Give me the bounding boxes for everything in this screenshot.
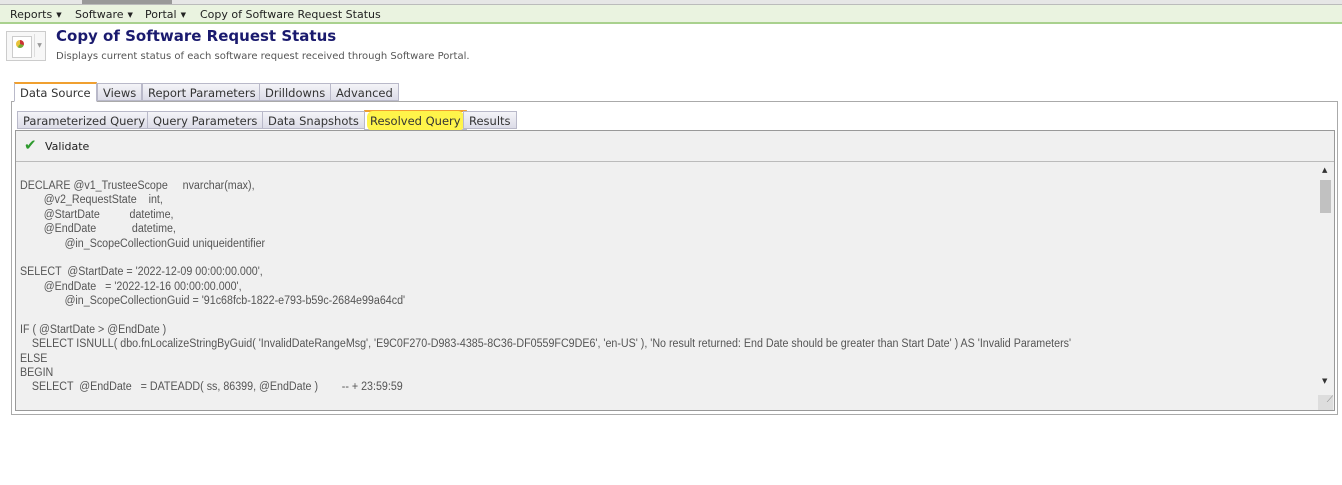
menu-portal[interactable]: Portal ▼	[145, 8, 186, 21]
tab-report-parameters[interactable]: Report Parameters	[142, 83, 262, 101]
subtab-label: Parameterized Query	[23, 114, 146, 128]
menu-bar: Reports ▼ Software ▼ Portal ▼ Copy of Softw…	[0, 5, 1342, 24]
resize-grip-icon[interactable]: ⟋	[1318, 395, 1333, 410]
resolved-query-textarea[interactable]: DECLARE @v1_TrusteeScope nvarchar(max), …	[20, 179, 1316, 409]
vertical-scrollbar[interactable]: ▲ ▼ ⟋	[1318, 163, 1333, 410]
top-strip-segment	[82, 0, 172, 4]
code-line: @in_ScopeCollectionGuid = '91c68fcb-1822…	[20, 295, 406, 308]
subtab-resolved-query[interactable]: Resolved Query	[364, 110, 467, 130]
report-document-icon	[12, 36, 32, 58]
tab-label: Data Source	[20, 86, 91, 100]
menu-portal-label: Portal	[145, 8, 177, 21]
code-line: @v2_RequestState int,	[20, 194, 163, 207]
code-line: BEGIN	[20, 367, 54, 380]
report-icon-button[interactable]: ▼	[6, 31, 46, 61]
checkmark-icon: ✔	[24, 136, 37, 154]
breadcrumb-current: Copy of Software Request Status	[200, 8, 381, 21]
tab-data-source[interactable]: Data Source	[14, 82, 97, 102]
page-title: Copy of Software Request Status	[56, 27, 337, 45]
subtab-parameterized-query[interactable]: Parameterized Query	[17, 111, 152, 129]
code-line: @EndDate = '2022-12-16 00:00:00.000',	[20, 280, 242, 293]
caret-down-icon: ▼	[180, 11, 186, 19]
code-line: SELECT @EndDate = DATEADD( ss, 86399, @E…	[20, 381, 403, 394]
tab-views[interactable]: Views	[97, 83, 143, 101]
scroll-down-arrow-icon[interactable]: ▼	[1322, 377, 1327, 385]
menu-reports[interactable]: Reports ▼	[10, 8, 62, 21]
subtab-label: Data Snapshots	[268, 114, 359, 128]
tab-label: Report Parameters	[148, 86, 256, 100]
code-line: @StartDate datetime,	[20, 208, 174, 221]
tab-label: Views	[103, 86, 137, 100]
subtab-label: Query Parameters	[153, 114, 258, 128]
tab-label: Advanced	[336, 86, 393, 100]
subtab-label: Resolved Query	[370, 114, 461, 128]
code-line: SELECT ISNULL( dbo.fnLocalizeStringByGui…	[20, 338, 1072, 351]
code-line: ELSE	[20, 352, 48, 365]
subtab-label: Results	[469, 114, 511, 128]
caret-down-icon: ▼	[56, 11, 62, 19]
code-line: DECLARE @v1_TrusteeScope nvarchar(max),	[20, 180, 255, 192]
validate-label: Validate	[45, 140, 90, 153]
code-line: @in_ScopeCollectionGuid uniqueidentifier	[20, 237, 266, 250]
code-line: SELECT @StartDate = '2022-12-09 00:00:00…	[20, 266, 263, 279]
subtab-results[interactable]: Results	[463, 111, 517, 129]
tab-label: Drilldowns	[265, 86, 326, 100]
tab-advanced[interactable]: Advanced	[330, 83, 399, 101]
code-line: IF ( @StartDate > @EndDate )	[20, 323, 167, 336]
query-toolbar: ✔ Validate	[16, 131, 1334, 162]
caret-down-icon: ▼	[127, 11, 133, 19]
menu-software-label: Software	[75, 8, 124, 21]
resolved-query-panel: ✔ Validate DECLARE @v1_TrusteeScope nvar…	[15, 130, 1335, 411]
dropdown-arrow-icon[interactable]: ▼	[34, 34, 44, 57]
page-subtitle: Displays current status of each software…	[56, 51, 470, 62]
subtab-query-parameters[interactable]: Query Parameters	[147, 111, 264, 129]
code-line: @EndDate datetime,	[20, 223, 176, 236]
menu-software[interactable]: Software ▼	[75, 8, 133, 21]
tab-drilldowns[interactable]: Drilldowns	[259, 83, 332, 101]
scroll-up-arrow-icon[interactable]: ▲	[1322, 166, 1327, 174]
scrollbar-thumb[interactable]	[1320, 180, 1331, 213]
subtab-data-snapshots[interactable]: Data Snapshots	[262, 111, 365, 129]
menu-reports-label: Reports	[10, 8, 53, 21]
